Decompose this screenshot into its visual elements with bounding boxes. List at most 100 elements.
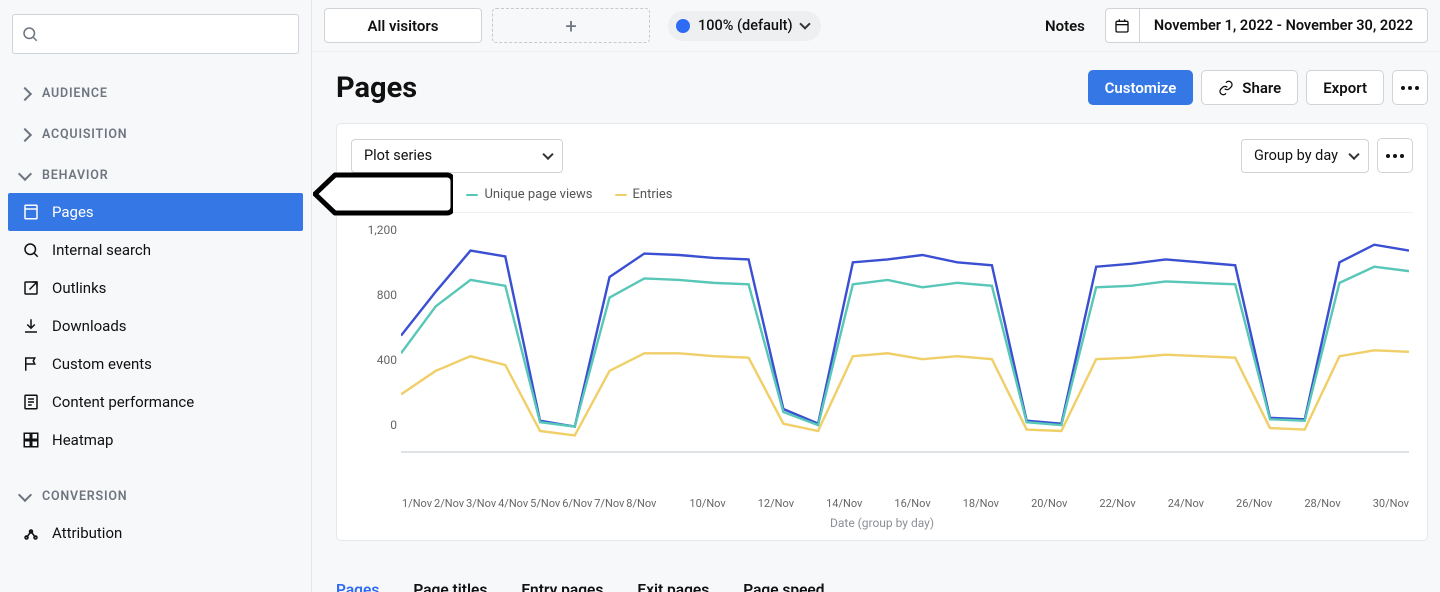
x-tick [862, 497, 894, 510]
x-tick [1341, 497, 1373, 510]
nav-group-label: BEHAVIOR [42, 168, 108, 183]
x-tick: 22/Nov [1099, 497, 1135, 510]
dot-icon [676, 19, 690, 33]
x-tick [1136, 497, 1168, 510]
x-axis: 1/Nov2/Nov3/Nov4/Nov5/Nov6/Nov7/Nov8/Nov… [351, 497, 1413, 510]
x-tick: 24/Nov [1168, 497, 1204, 510]
chevron-right-icon [18, 86, 32, 100]
nav-group-acquisition[interactable]: ACQUISITION [8, 117, 303, 152]
nav-group-audience[interactable]: AUDIENCE [8, 76, 303, 111]
legend-item[interactable]: Entries [615, 187, 673, 202]
nav-group-conversion[interactable]: CONVERSION [8, 479, 303, 514]
nav-group-label: AUDIENCE [42, 86, 108, 101]
sidebar-item-content-performance[interactable]: Content performance [8, 383, 303, 421]
topbar: All visitors + 100% (default) Notes Nove… [312, 0, 1440, 52]
search-input[interactable] [12, 14, 299, 54]
y-tick: 800 [351, 288, 397, 302]
dots-icon [1401, 86, 1419, 90]
sidebar-item-attribution[interactable]: Attribution [8, 514, 303, 552]
select-label: Group by day [1254, 147, 1338, 164]
x-tick [1204, 497, 1236, 510]
content-icon [22, 393, 40, 411]
page-icon [22, 203, 40, 221]
tab-page-titles[interactable]: Page titles [413, 571, 487, 592]
sample-label: 100% (default) [698, 17, 793, 34]
segment-label: All visitors [367, 17, 438, 35]
chevron-down-icon [542, 148, 553, 159]
nav-group-behavior[interactable]: BEHAVIOR [8, 158, 303, 193]
x-tick [999, 497, 1031, 510]
sidebar-item-label: Internal search [52, 241, 151, 259]
sidebar-item-label: Downloads [52, 317, 127, 335]
sidebar-item-outlinks[interactable]: Outlinks [8, 269, 303, 307]
segment-button[interactable]: All visitors [324, 8, 482, 43]
customize-button[interactable]: Customize [1088, 70, 1194, 105]
dots-icon [1386, 154, 1404, 158]
download-icon [22, 317, 40, 335]
x-tick: 18/Nov [963, 497, 999, 510]
sidebar: AUDIENCE ACQUISITION BEHAVIOR Pages Inter… [0, 0, 312, 592]
notes-button[interactable]: Notes [1045, 17, 1085, 35]
x-tick [726, 497, 758, 510]
sidebar-item-label: Custom events [52, 355, 152, 373]
attribution-icon [22, 524, 40, 542]
sample-pill[interactable]: 100% (default) [668, 11, 821, 41]
subtabs: Pages Page titles Entry pages Exit pages Pag… [336, 571, 1428, 592]
sidebar-item-downloads[interactable]: Downloads [8, 307, 303, 345]
x-tick [794, 497, 826, 510]
x-tick [657, 497, 689, 510]
page-title: Pages [336, 71, 417, 105]
x-tick: 6/Nov [561, 497, 593, 510]
x-tick: 10/Nov [689, 497, 725, 510]
export-button[interactable]: Export [1306, 70, 1384, 105]
tab-pages[interactable]: Pages [336, 571, 379, 592]
calendar-icon [1106, 9, 1140, 42]
x-tick: 26/Nov [1236, 497, 1272, 510]
search-icon [21, 25, 39, 43]
x-tick: 2/Nov [433, 497, 465, 510]
chevron-down-icon [799, 18, 810, 29]
x-tick: 14/Nov [826, 497, 862, 510]
x-tick [1067, 497, 1099, 510]
sidebar-item-label: Outlinks [52, 279, 106, 297]
sidebar-item-label: Content performance [52, 393, 194, 411]
share-button[interactable]: Share [1201, 70, 1298, 105]
heatmap-icon [22, 431, 40, 449]
legend-item[interactable]: Unique page views [466, 187, 592, 202]
outlink-icon [22, 279, 40, 297]
x-tick [931, 497, 963, 510]
plot-series-select[interactable]: Plot series [351, 139, 563, 173]
sidebar-item-pages[interactable]: Pages [8, 193, 303, 231]
notes-label: Notes [1045, 17, 1085, 35]
y-tick: 400 [351, 353, 397, 367]
sidebar-item-heatmap[interactable]: Heatmap [8, 421, 303, 459]
add-segment-button[interactable]: + [492, 8, 650, 43]
link-icon [1218, 80, 1234, 96]
tab-page-speed[interactable]: Page speed [743, 571, 824, 592]
tab-exit-pages[interactable]: Exit pages [637, 571, 709, 592]
sidebar-item-label: Pages [52, 203, 94, 221]
chevron-down-icon [1348, 148, 1359, 159]
plus-icon: + [565, 14, 576, 38]
sidebar-item-label: Attribution [52, 524, 122, 542]
chart-more-button[interactable] [1377, 138, 1413, 173]
x-tick: 28/Nov [1304, 497, 1340, 510]
date-range-picker[interactable]: November 1, 2022 - November 30, 2022 [1105, 8, 1428, 43]
x-tick: 7/Nov [593, 497, 625, 510]
tab-entry-pages[interactable]: Entry pages [521, 571, 603, 592]
group-by-select[interactable]: Group by day [1241, 139, 1369, 173]
y-tick: 1,200 [351, 223, 397, 237]
chevron-down-icon [18, 487, 32, 501]
nav-group-label: CONVERSION [42, 489, 127, 504]
line-chart [401, 233, 1409, 453]
sidebar-item-internal-search[interactable]: Internal search [8, 231, 303, 269]
search-icon [22, 241, 40, 259]
chart-legend: Page views Unique page views Entries [351, 179, 1413, 213]
x-tick: 30/Nov [1373, 497, 1409, 510]
sidebar-item-custom-events[interactable]: Custom events [8, 345, 303, 383]
x-tick: 1/Nov [401, 497, 433, 510]
more-button[interactable] [1392, 70, 1428, 105]
x-tick: 8/Nov [625, 497, 657, 510]
sidebar-item-label: Heatmap [52, 431, 113, 449]
x-tick: 12/Nov [758, 497, 794, 510]
